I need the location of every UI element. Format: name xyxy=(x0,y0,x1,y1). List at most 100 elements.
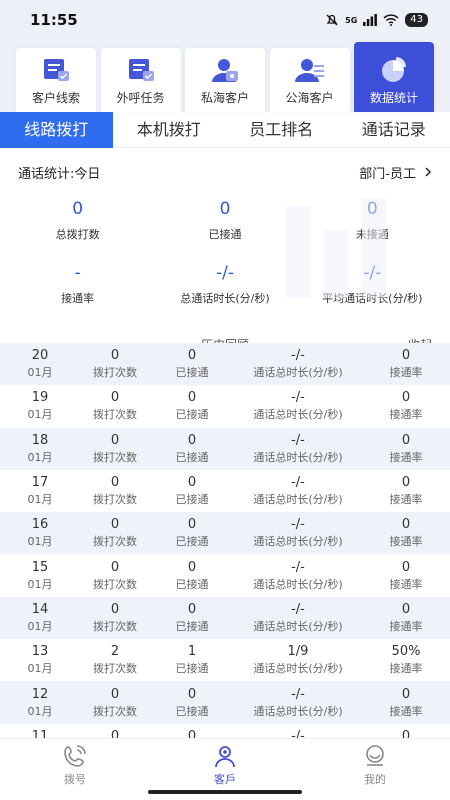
cell-label: 拨打次数 xyxy=(93,408,137,422)
cell-value: 0 xyxy=(187,559,197,575)
public-customer-icon xyxy=(294,59,324,82)
stat-value: 0 xyxy=(219,199,231,219)
cell-label: 已接通 xyxy=(175,450,209,464)
cell-label: 已接通 xyxy=(175,577,209,591)
connected-cell: 0 已接通 xyxy=(150,432,234,466)
cell-value: 0 xyxy=(187,475,197,491)
cell-label: 拨打次数 xyxy=(93,493,137,507)
rate-cell: 0 接通率 xyxy=(362,474,450,508)
calls-cell: 0 拨打次数 xyxy=(80,389,150,423)
duration-cell: -/- 通话总时长(分/秒) xyxy=(234,686,362,720)
tab-staff-ranking[interactable]: 员工排名 xyxy=(225,112,338,148)
nav-label: 我的 xyxy=(364,773,386,786)
cell-label: 已接通 xyxy=(175,662,209,676)
cell-label: 接通率 xyxy=(389,450,423,464)
connected-cell: 1 已接通 xyxy=(150,643,234,677)
cell-label: 已接通 xyxy=(175,408,209,422)
history-row: 18 01月 0 拨打次数 0 已接通 -/- 通话总时长(分/秒) 0 接通率 xyxy=(0,427,450,470)
stat-total-duration: -/- 总通话时长(分/秒) xyxy=(155,260,295,316)
cell-label: 接通率 xyxy=(389,408,423,422)
dept-filter[interactable]: 部门-员工 xyxy=(359,163,432,182)
cell-label: 通话总时长(分/秒) xyxy=(253,408,343,422)
cell-value: 0 xyxy=(187,517,197,533)
stat-value: 0 xyxy=(72,199,84,219)
cell-value: 50% xyxy=(391,644,421,660)
cell-label: 拨打次数 xyxy=(93,450,137,464)
cell-label: 已接通 xyxy=(175,619,209,633)
cell-label: 01月 xyxy=(27,619,53,633)
nav-label: 客戶 xyxy=(214,773,236,786)
cell-value: 0 xyxy=(401,517,411,533)
cell-label: 拨打次数 xyxy=(93,366,137,380)
duration-cell: -/- 通话总时长(分/秒) xyxy=(234,347,362,381)
cell-label: 通话总时长(分/秒) xyxy=(253,366,343,380)
tile-label: 外呼任务 xyxy=(116,91,165,105)
cell-value: 15 xyxy=(31,559,49,575)
tile-public-customers[interactable]: 公海客户 xyxy=(269,48,350,112)
cell-value: 0 xyxy=(187,686,197,702)
history-row: 13 01月 2 拨打次数 1 已接通 1/9 通话总时长(分/秒) 50% 接通率 xyxy=(0,639,450,681)
calls-cell: 0 拨打次数 xyxy=(80,347,150,381)
cell-label: 01月 xyxy=(27,577,53,591)
connected-cell: 0 已接通 xyxy=(150,601,234,635)
nav-profile[interactable]: 我的 xyxy=(325,743,425,800)
cell-label: 接通率 xyxy=(389,366,423,380)
tab-call-records[interactable]: 通话记录 xyxy=(338,112,450,148)
tile-label: 私海客户 xyxy=(200,91,249,105)
cell-value: 2 xyxy=(110,644,120,660)
status-time: 11:55 xyxy=(30,11,78,29)
cell-label: 通话总时长(分/秒) xyxy=(253,619,343,633)
summary-stats: 0 总拨打数 0 已接通 0 未接通 - 接通率 -/- 总通话时长(分/秒) … xyxy=(0,196,450,316)
tile-private-customers[interactable]: 私海客户 xyxy=(185,48,265,112)
history-row: 12 01月 0 拨打次数 0 已接通 -/- 通话总时长(分/秒) 0 接通率 xyxy=(0,681,450,724)
nav-label: 拨号 xyxy=(64,773,86,786)
module-tiles: 客户线索 外呼任务 私海客户 公海客户 数据统计 xyxy=(0,40,450,112)
cell-value: -/- xyxy=(291,475,305,491)
cell-value: 0 xyxy=(401,348,411,364)
connected-cell: 0 已接通 xyxy=(150,686,234,720)
cell-value: 0 xyxy=(110,475,120,491)
stat-label: 已接通 xyxy=(208,228,242,241)
calls-cell: 0 拨打次数 xyxy=(80,516,150,550)
history-row: 20 01月 0 拨打次数 0 已接通 -/- 通话总时长(分/秒) 0 接通率 xyxy=(0,343,450,386)
nav-dial[interactable]: 拨号 xyxy=(25,743,125,800)
cell-label: 01月 xyxy=(27,408,53,422)
cell-label: 接通率 xyxy=(389,704,423,718)
cell-label: 接通率 xyxy=(389,619,423,633)
cell-value: 0 xyxy=(110,686,120,702)
cell-value: -/- xyxy=(291,517,305,533)
duration-cell: 1/9 通话总时长(分/秒) xyxy=(234,643,362,677)
rate-cell: 0 接通率 xyxy=(362,347,450,381)
cell-value: -/- xyxy=(291,390,305,406)
cell-value: 0 xyxy=(110,348,120,364)
customer-icon xyxy=(215,746,235,768)
duration-cell: -/- 通话总时长(分/秒) xyxy=(234,474,362,508)
cell-label: 01月 xyxy=(27,450,53,464)
tab-local-dial[interactable]: 本机拨打 xyxy=(113,112,226,148)
system-icons: 5G 43 xyxy=(325,13,428,27)
tile-data-statistics[interactable]: 数据统计 xyxy=(354,42,434,112)
stat-label: 总拨打数 xyxy=(55,228,100,241)
cell-value: 12 xyxy=(31,686,49,702)
cell-value: 1 xyxy=(187,644,197,660)
cell-value: 0 xyxy=(187,601,197,617)
tile-outbound-tasks[interactable]: 外呼任务 xyxy=(100,48,181,112)
cell-label: 接通率 xyxy=(389,662,423,676)
stat-value: -/- xyxy=(215,263,234,283)
tab-line-dial[interactable]: 线路拨打 xyxy=(0,111,113,148)
calls-cell: 2 拨打次数 xyxy=(80,643,150,677)
history-row: 17 01月 0 拨打次数 0 已接通 -/- 通话总时长(分/秒) 0 接通率 xyxy=(0,470,450,512)
stat-label: 接通率 xyxy=(61,292,95,305)
stat-label: 总通话时长(分/秒) xyxy=(180,292,270,305)
clue-icon xyxy=(44,59,69,81)
cell-label: 拨打次数 xyxy=(93,577,137,591)
calls-cell: 0 拨打次数 xyxy=(80,601,150,635)
tile-label: 客户线索 xyxy=(31,91,80,105)
connected-cell: 0 已接通 xyxy=(150,516,234,550)
network-label: 5G xyxy=(345,15,358,25)
cell-label: 拨打次数 xyxy=(93,619,137,633)
cell-label: 拨打次数 xyxy=(93,535,137,549)
date-cell: 19 01月 xyxy=(0,389,80,423)
tile-customer-clues[interactable]: 客户线索 xyxy=(16,48,96,112)
date-cell: 12 01月 xyxy=(0,686,80,720)
